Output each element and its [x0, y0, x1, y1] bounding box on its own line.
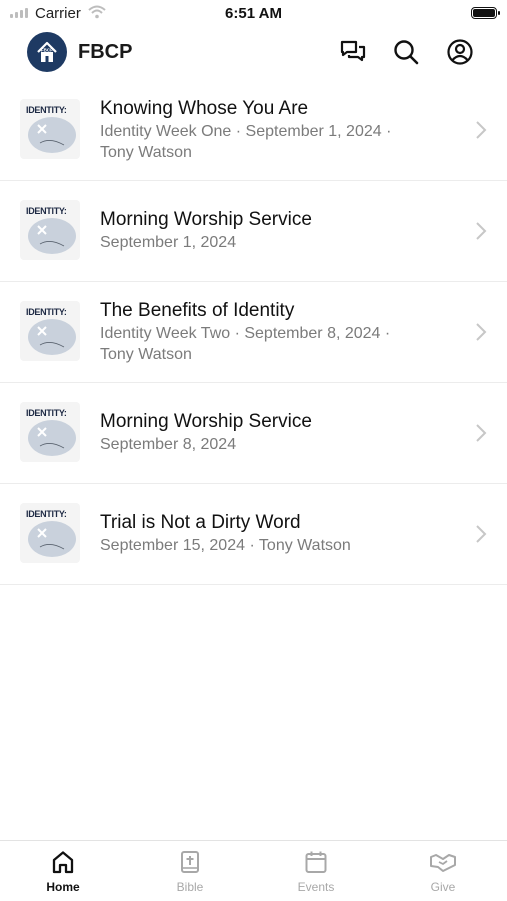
tab-label: Give: [430, 880, 456, 894]
sermon-thumbnail: IDENTITY:: [20, 301, 80, 361]
tab-give[interactable]: Give: [398, 849, 488, 894]
sermon-list: IDENTITY: Knowing Whose You Are Identity…: [0, 80, 507, 585]
sermon-thumbnail: IDENTITY:: [20, 99, 80, 159]
tab-label: Events: [297, 880, 335, 894]
tab-label: Bible: [176, 880, 204, 894]
item-title: The Benefits of Identity: [100, 300, 295, 321]
list-item[interactable]: IDENTITY: Trial is Not a Dirty Word Sept…: [0, 484, 507, 585]
list-item[interactable]: IDENTITY: Morning Worship Service Septem…: [0, 181, 507, 282]
tab-bible[interactable]: Bible: [145, 849, 235, 894]
svg-text:FBCP: FBCP: [41, 48, 53, 53]
list-item[interactable]: IDENTITY: Morning Worship Service Septem…: [0, 383, 507, 484]
chevron-right-icon: [476, 121, 487, 139]
chevron-right-icon: [476, 424, 487, 442]
item-title: Morning Worship Service: [100, 209, 312, 230]
chevron-right-icon: [476, 323, 487, 341]
app-title: FBCP: [78, 41, 133, 63]
chevron-right-icon: [476, 525, 487, 543]
item-subtitle: September 8, 2024: [100, 436, 237, 453]
list-item[interactable]: IDENTITY: The Benefits of Identity Ident…: [0, 282, 507, 383]
search-icon[interactable]: [392, 38, 420, 66]
item-subtitle-2: Tony Watson: [100, 346, 192, 363]
list-item[interactable]: IDENTITY: Knowing Whose You Are Identity…: [0, 80, 507, 181]
sermon-thumbnail: IDENTITY:: [20, 402, 80, 462]
home-icon: [52, 851, 74, 874]
battery-icon: [471, 7, 500, 19]
app-header: FBCP FBCP: [0, 28, 507, 78]
tab-home[interactable]: Home: [18, 849, 108, 894]
item-subtitle: Identity Week Two · September 8, 2024 ·: [100, 325, 391, 342]
church-icon: FBCP: [37, 41, 57, 62]
account-icon[interactable]: [446, 38, 474, 66]
give-icon: [430, 854, 456, 872]
sermon-thumbnail: IDENTITY:: [20, 503, 80, 563]
item-subtitle: Identity Week One · September 1, 2024 ·: [100, 123, 392, 140]
church-logo[interactable]: FBCP: [27, 32, 67, 72]
item-title: Morning Worship Service: [100, 411, 312, 432]
tab-label: Home: [46, 880, 80, 894]
item-subtitle: September 15, 2024 · Tony Watson: [100, 537, 351, 554]
chevron-right-icon: [476, 222, 487, 240]
calendar-icon: [305, 851, 327, 873]
status-bar: Carrier 6:51 AM: [0, 0, 507, 28]
item-subtitle-2: Tony Watson: [100, 144, 192, 161]
status-time: 6:51 AM: [225, 5, 282, 22]
tab-bar: Home Bible Events Give: [0, 840, 507, 901]
item-subtitle: September 1, 2024: [100, 234, 237, 251]
item-title: Knowing Whose You Are: [100, 98, 309, 119]
item-title: Trial is Not a Dirty Word: [100, 512, 301, 533]
tab-events[interactable]: Events: [271, 849, 361, 894]
bible-icon: [181, 851, 199, 873]
chat-icon[interactable]: [339, 38, 367, 66]
sermon-thumbnail: IDENTITY:: [20, 200, 80, 260]
